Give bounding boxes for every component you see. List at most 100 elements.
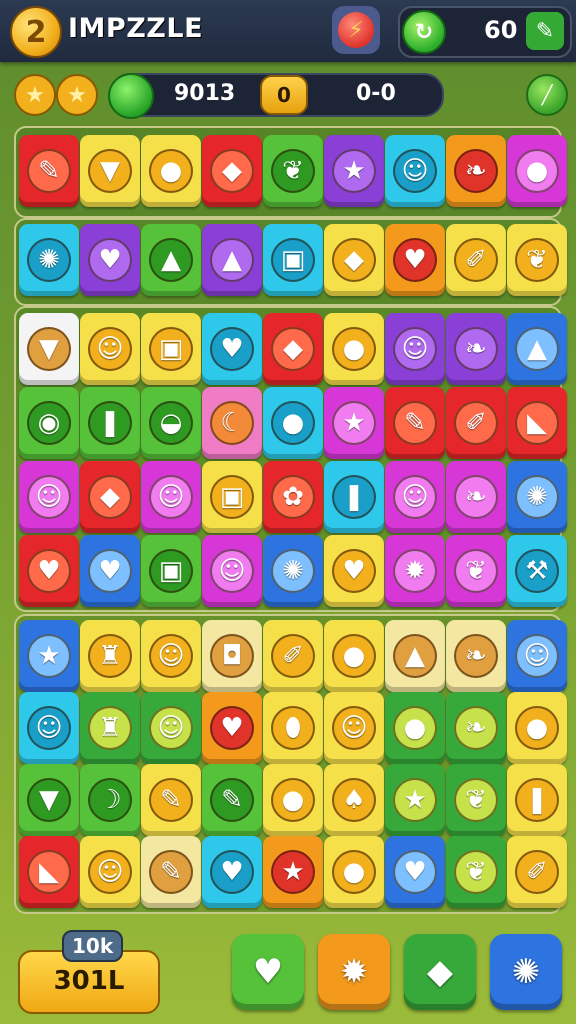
game-tile[interactable]: ☺: [80, 836, 140, 908]
game-tile[interactable]: ▼: [80, 135, 140, 207]
game-tile[interactable]: ♥: [80, 224, 140, 296]
game-tile[interactable]: ◣: [507, 387, 567, 459]
game-tile[interactable]: ◘: [202, 620, 262, 692]
game-tile[interactable]: ✎: [19, 135, 79, 207]
game-tile[interactable]: ★: [19, 620, 79, 692]
powerup-button[interactable]: ◆: [404, 934, 476, 1010]
game-tile[interactable]: ●: [263, 387, 323, 459]
powerup-button[interactable]: ✹: [318, 934, 390, 1010]
game-tile[interactable]: ♥: [385, 224, 445, 296]
game-tile[interactable]: ▣: [141, 313, 201, 385]
game-tile[interactable]: ✹: [385, 535, 445, 607]
game-tile[interactable]: ◣: [19, 836, 79, 908]
game-tile[interactable]: ♥: [19, 535, 79, 607]
energy-counter[interactable]: ↻ 60 ✎: [398, 6, 572, 58]
game-tile[interactable]: ⬮: [263, 692, 323, 764]
bolt-icon[interactable]: ✎: [526, 12, 564, 50]
refresh-icon[interactable]: ↻: [402, 10, 446, 54]
game-tile[interactable]: ♜: [80, 692, 140, 764]
game-tile[interactable]: ▲: [385, 620, 445, 692]
game-tile[interactable]: ☺: [141, 620, 201, 692]
game-tile[interactable]: ●: [263, 764, 323, 836]
game-tile[interactable]: ◆: [80, 461, 140, 533]
game-tile[interactable]: ❦: [446, 836, 506, 908]
game-tile[interactable]: ▣: [141, 535, 201, 607]
game-tile[interactable]: ✎: [141, 836, 201, 908]
game-tile[interactable]: ❦: [446, 535, 506, 607]
game-tile[interactable]: ▲: [202, 224, 262, 296]
game-tile[interactable]: ☺: [385, 461, 445, 533]
game-tile[interactable]: ◒: [141, 387, 201, 459]
game-tile[interactable]: ●: [324, 836, 384, 908]
game-tile[interactable]: ✺: [263, 535, 323, 607]
game-tile[interactable]: ✎: [202, 764, 262, 836]
game-tile[interactable]: ★: [263, 836, 323, 908]
game-tile[interactable]: ❧: [446, 692, 506, 764]
game-tile[interactable]: ♠: [324, 764, 384, 836]
game-tile[interactable]: ♥: [80, 535, 140, 607]
game-tile[interactable]: ✎: [141, 764, 201, 836]
game-tile[interactable]: ☺: [141, 692, 201, 764]
game-tile[interactable]: ❦: [263, 135, 323, 207]
game-tile[interactable]: ❦: [507, 224, 567, 296]
game-tile[interactable]: ◉: [19, 387, 79, 459]
game-tile[interactable]: ★: [385, 764, 445, 836]
game-tile[interactable]: ❧: [446, 135, 506, 207]
game-tile[interactable]: ♥: [324, 535, 384, 607]
game-tile[interactable]: ♜: [80, 620, 140, 692]
game-tile[interactable]: ❦: [446, 764, 506, 836]
game-tile[interactable]: ✐: [446, 224, 506, 296]
game-tile[interactable]: ★: [324, 387, 384, 459]
game-tile[interactable]: ✿: [263, 461, 323, 533]
star-badge-icon[interactable]: ★: [56, 74, 98, 116]
game-tile[interactable]: ☺: [19, 461, 79, 533]
game-tile[interactable]: ✐: [507, 836, 567, 908]
game-tile[interactable]: ●: [507, 135, 567, 207]
game-tile[interactable]: ◆: [202, 135, 262, 207]
game-tile[interactable]: ☺: [324, 692, 384, 764]
game-tile[interactable]: ◆: [324, 224, 384, 296]
game-tile[interactable]: ♥: [385, 836, 445, 908]
edit-button[interactable]: ╱: [526, 74, 568, 116]
game-tile[interactable]: ☽: [80, 764, 140, 836]
game-tile[interactable]: ●: [324, 620, 384, 692]
game-tile[interactable]: ☾: [202, 387, 262, 459]
powerup-button[interactable]: ✺: [490, 934, 562, 1010]
game-tile[interactable]: ☺: [385, 313, 445, 385]
game-tile[interactable]: ❚: [80, 387, 140, 459]
game-tile[interactable]: ✐: [446, 387, 506, 459]
game-tile[interactable]: ✐: [263, 620, 323, 692]
game-tile[interactable]: ♥: [202, 692, 262, 764]
game-tile[interactable]: ❧: [446, 620, 506, 692]
game-tile[interactable]: ☺: [80, 313, 140, 385]
star-badge-icon[interactable]: ★: [14, 74, 56, 116]
game-tile[interactable]: ♥: [202, 313, 262, 385]
record-button[interactable]: ⚡: [332, 6, 380, 54]
game-tile[interactable]: ●: [324, 313, 384, 385]
game-tile[interactable]: ▼: [19, 313, 79, 385]
game-tile[interactable]: ☺: [202, 535, 262, 607]
game-tile[interactable]: ❧: [446, 461, 506, 533]
game-tile[interactable]: ☺: [385, 135, 445, 207]
game-tile[interactable]: ☺: [19, 692, 79, 764]
game-tile[interactable]: ●: [507, 692, 567, 764]
game-tile[interactable]: ❚: [324, 461, 384, 533]
game-tile[interactable]: ❧: [446, 313, 506, 385]
game-tile[interactable]: ⚒: [507, 535, 567, 607]
game-tile[interactable]: ♥: [202, 836, 262, 908]
game-tile[interactable]: ●: [141, 135, 201, 207]
game-tile[interactable]: ▲: [507, 313, 567, 385]
game-tile[interactable]: ▣: [263, 224, 323, 296]
powerup-button[interactable]: ♥: [232, 934, 304, 1010]
game-tile[interactable]: ✺: [19, 224, 79, 296]
game-tile[interactable]: ☺: [141, 461, 201, 533]
game-tile[interactable]: ●: [385, 692, 445, 764]
game-tile[interactable]: ☺: [507, 620, 567, 692]
game-tile[interactable]: ✎: [385, 387, 445, 459]
game-tile[interactable]: ★: [324, 135, 384, 207]
game-tile[interactable]: ▲: [141, 224, 201, 296]
game-tile[interactable]: ✺: [507, 461, 567, 533]
game-tile[interactable]: ▼: [19, 764, 79, 836]
game-tile[interactable]: ◆: [263, 313, 323, 385]
game-tile[interactable]: ❚: [507, 764, 567, 836]
